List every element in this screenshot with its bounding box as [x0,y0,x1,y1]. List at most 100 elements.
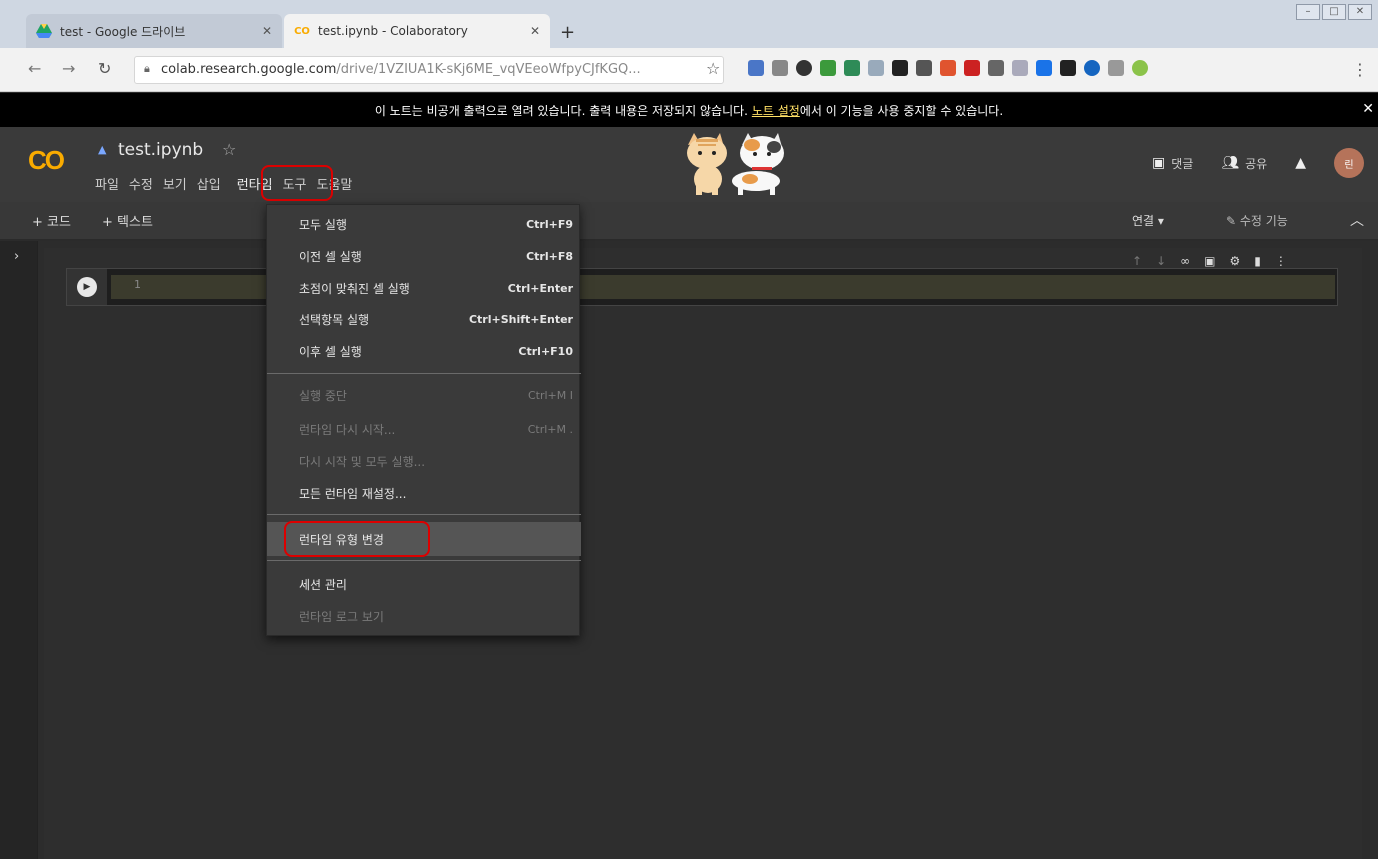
notice-bar: 이 노트는 비공개 출력으로 열려 있습니다. 출력 내용은 저장되지 않습니다… [0,93,1378,127]
share-button[interactable]: 👥︎ 공유 [1221,155,1267,172]
extension-icon[interactable] [1108,60,1124,76]
labs-button[interactable]: ▲ [1295,155,1306,171]
sidebar-toggle[interactable]: › [0,241,38,859]
extension-icon[interactable] [964,60,980,76]
colab-icon: CO [294,25,310,37]
menu-item-manage-sessions[interactable]: 세션 관리 [267,569,581,599]
extension-icon[interactable] [940,60,956,76]
notebook-canvas [44,248,1362,859]
browser-toolbar: ← → ↻ 🔒︎ colab.research.google.com/drive… [0,48,1378,92]
menu-item-run-after[interactable]: 이후 셀 실행 Ctrl+F10 [267,336,581,366]
notice-text-after: 에서 이 기능을 사용 중지할 수 있습니다. [799,103,1004,118]
extensions [748,60,1148,76]
menu-insert[interactable]: 삽입 [192,175,226,197]
close-window-icon[interactable]: ✕ [1348,4,1372,20]
extension-icon[interactable] [988,60,1004,76]
browser-tabstrip: test - Google 드라이브 ✕ CO test.ipynb - Col… [0,0,1378,48]
header-actions: ▣ 댓글 👥︎ 공유 ▲ 린 [1152,147,1378,179]
menu-item-view-logs[interactable]: 런타임 로그 보기 [267,601,581,631]
extension-icon[interactable] [868,60,884,76]
reload-icon[interactable]: ↻ [98,59,111,78]
maximize-icon[interactable]: □ [1322,4,1346,20]
tab-colab[interactable]: CO test.ipynb - Colaboratory ✕ [284,14,550,48]
runtime-menu: 모두 실행 Ctrl+F9 이전 셀 실행 Ctrl+F8 초점이 맞춰진 셀 실행… [266,204,581,636]
colab-logo[interactable]: CO [28,145,65,176]
comment-button[interactable]: ▣ 댓글 [1152,155,1193,172]
menu-item-run-all[interactable]: 모두 실행 Ctrl+F9 [267,209,581,239]
back-icon[interactable]: ← [28,59,41,78]
notebook-title[interactable]: test.ipynb [118,140,203,160]
menu-item-factory-reset[interactable]: 모든 런타임 재설정... [267,478,581,508]
extension-icon[interactable] [892,60,908,76]
menu-file[interactable]: 파일 [90,175,124,197]
drive-icon: ▲ [98,143,107,156]
orange-cat [687,133,727,195]
drive-icon [36,23,52,39]
menu-item-run-focused[interactable]: 초점이 맞춰진 셀 실행 Ctrl+Enter [267,273,581,303]
notice-text: 이 노트는 비공개 출력으로 열려 있습니다. 출력 내용은 저장되지 않습니다… [374,103,748,118]
add-text-button[interactable]: + 텍스트 [102,211,153,230]
change-runtime-highlight [284,521,430,557]
tab-drive[interactable]: test - Google 드라이브 ✕ [26,14,282,48]
menu-item-restart[interactable]: 런타임 다시 시작... Ctrl+M . [267,414,581,444]
extension-icon[interactable] [844,60,860,76]
extension-icon[interactable] [1060,60,1076,76]
star-icon[interactable]: ☆ [222,140,236,159]
window-controls: – □ ✕ [1296,4,1372,20]
bookmark-star-icon[interactable]: ☆ [706,59,720,78]
tab-title: test - Google 드라이브 [60,24,186,39]
dropbox-icon[interactable] [1036,60,1052,76]
browser-menu-icon[interactable]: ⋮ [1352,60,1368,79]
people-icon: 👥︎ [1221,155,1240,171]
url-host: colab.research.google.com [161,62,337,77]
menu-divider [267,514,581,515]
runtime-menu-highlight [261,165,333,201]
address-bar[interactable]: 🔒︎ colab.research.google.com/drive/1VZIU… [134,56,724,84]
avatar[interactable]: 린 [1334,148,1364,178]
extension-icon[interactable] [1132,60,1148,76]
menu-divider [267,373,581,374]
extension-icon[interactable] [916,60,932,76]
close-icon[interactable]: ✕ [1362,101,1374,117]
menu-view[interactable]: 보기 [158,175,192,197]
extension-icon[interactable] [820,60,836,76]
add-code-button[interactable]: + 코드 [32,211,71,230]
chevron-right-icon: › [14,249,20,264]
menu-divider [267,560,581,561]
extension-icon[interactable] [748,60,764,76]
edit-mode-button[interactable]: ✎ 수정 기능 [1226,212,1288,229]
cats-illustration [687,133,784,195]
menu-item-run-before[interactable]: 이전 셀 실행 Ctrl+F8 [267,241,581,271]
extension-icon[interactable] [1084,60,1100,76]
calico-cat [732,133,784,195]
minimize-icon[interactable]: – [1296,4,1320,20]
play-icon: ▶ [77,277,97,297]
code-cell[interactable]: ▶ [66,268,1338,306]
share-label: 공유 [1245,156,1268,171]
menu-item-interrupt[interactable]: 실행 중단 Ctrl+M I [267,380,581,410]
tab-title: test.ipynb - Colaboratory [318,24,468,38]
comment-label: 댓글 [1171,156,1194,171]
close-icon[interactable]: ✕ [530,24,540,38]
menu-item-run-selection[interactable]: 선택항목 실행 Ctrl+Shift+Enter [267,304,581,334]
lock-icon: 🔒︎ [144,62,150,75]
flask-icon: ▲ [1295,155,1306,171]
notebook-toolbar: + 코드 + 텍스트 연결 ▾ ✎ 수정 기능 ︿ [0,202,1378,240]
edit-mode-label: 수정 기능 [1239,214,1288,228]
close-icon[interactable]: ✕ [262,24,272,38]
connect-button[interactable]: 연결 ▾ [1132,212,1164,229]
new-tab-button[interactable]: + [560,22,575,43]
extension-icon[interactable] [796,60,812,76]
pencil-icon: ✎ [1226,214,1240,228]
extension-icon[interactable] [1012,60,1028,76]
menu-edit[interactable]: 수정 [124,175,158,197]
menu-item-restart-run-all[interactable]: 다시 시작 및 모두 실행... [267,446,581,476]
extension-icon[interactable] [772,60,788,76]
chevron-up-icon[interactable]: ︿ [1350,210,1364,230]
run-cell-button[interactable]: ▶ [67,269,107,305]
notebook-settings-link[interactable]: 노트 설정 [752,102,800,119]
url-path: /drive/1VZIUA1K-sKj6ME_vqVEeoWfpyCJfKGQ.… [336,62,641,77]
comment-icon: ▣ [1152,155,1166,171]
line-number: 1 [134,278,141,291]
forward-icon[interactable]: → [62,59,75,78]
